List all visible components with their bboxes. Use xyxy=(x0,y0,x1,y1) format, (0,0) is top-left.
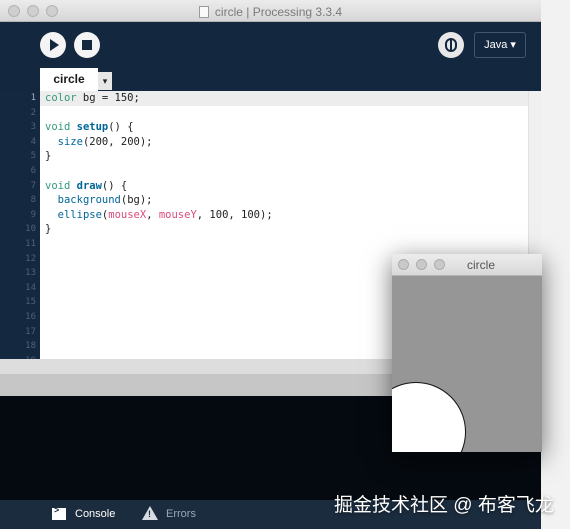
warning-icon xyxy=(142,506,158,520)
code-line: } xyxy=(45,150,52,163)
sketch-title-bar[interactable]: circle xyxy=(392,254,542,276)
code-line: ​ xyxy=(45,164,273,179)
line-number: 18 xyxy=(25,341,36,352)
code-line: void draw() { xyxy=(45,179,128,192)
toolbar: Java ▾ xyxy=(0,22,541,66)
stop-button[interactable] xyxy=(74,32,100,58)
line-number: 13 xyxy=(25,268,36,279)
mode-selector[interactable]: Java ▾ xyxy=(474,32,526,58)
tab-menu-button[interactable]: ▾ xyxy=(98,72,112,90)
errors-tab[interactable]: Errors xyxy=(166,506,196,522)
line-number: 6 xyxy=(30,165,36,176)
line-number: 1 xyxy=(30,93,36,103)
line-number: 11 xyxy=(25,238,36,249)
code-line: color bg = 150; xyxy=(45,92,140,104)
code-line: ​ xyxy=(45,106,273,121)
code-line: size(200, 200); xyxy=(57,135,153,148)
stop-icon xyxy=(82,40,92,50)
console-tab[interactable]: Console xyxy=(75,506,115,522)
play-icon xyxy=(50,39,59,51)
tab-circle[interactable]: circle xyxy=(40,68,98,91)
line-number: 2 xyxy=(30,107,36,118)
line-number: 5 xyxy=(30,151,36,162)
debugger-icon xyxy=(445,38,457,52)
code-line: ellipse(mouseX, mouseY, 100, 100); xyxy=(57,208,273,221)
code-line: background(bg); xyxy=(57,194,153,207)
title-bar[interactable]: circle | Processing 3.3.4 xyxy=(0,0,541,22)
code-line: } xyxy=(45,223,52,236)
line-number: 8 xyxy=(30,195,36,206)
line-number: 17 xyxy=(25,326,36,337)
line-number-gutter: 12345678910111213141516171819 xyxy=(0,91,40,366)
sketch-title: circle xyxy=(466,258,495,272)
code-line: void setup() { xyxy=(45,121,134,134)
run-button[interactable] xyxy=(40,32,66,58)
line-number: 14 xyxy=(25,282,36,293)
line-number: 7 xyxy=(30,180,36,191)
tab-bar: circle ▾ xyxy=(0,66,541,91)
sketch-window: circle xyxy=(392,254,542,452)
line-number: 4 xyxy=(30,136,36,147)
sketch-canvas[interactable] xyxy=(392,276,542,452)
line-number: 16 xyxy=(25,311,36,322)
desktop: circle | Processing 3.3.4 Java ▾ circle … xyxy=(0,0,570,529)
document-icon xyxy=(198,6,209,18)
console-icon xyxy=(52,505,66,520)
watermark: 掘金技术社区 @ 布客飞龙 xyxy=(334,495,554,516)
line-number: 9 xyxy=(30,209,36,220)
line-number: 12 xyxy=(25,253,36,264)
code-text: color bg = 150;​void setup() { size(200,… xyxy=(45,91,273,237)
window-title: circle | Processing 3.3.4 xyxy=(214,5,343,19)
line-number: 3 xyxy=(30,122,36,133)
line-number: 15 xyxy=(25,297,36,308)
debugger-button[interactable] xyxy=(438,32,464,58)
line-number: 10 xyxy=(25,224,36,235)
white-ellipse xyxy=(392,382,466,452)
